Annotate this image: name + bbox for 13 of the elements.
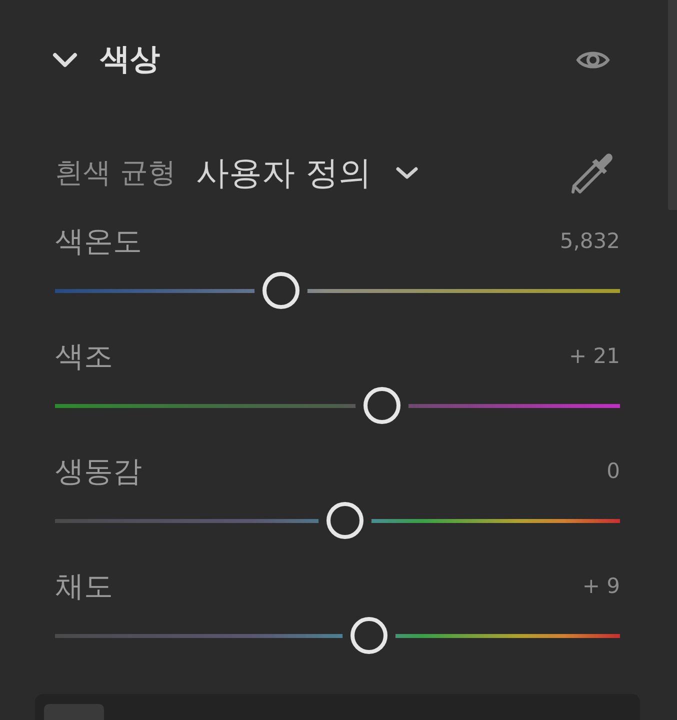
- caret-icon: [395, 166, 420, 180]
- slider-value: + 21: [569, 343, 620, 370]
- slider-value: 0: [606, 458, 620, 485]
- slider-label: 색조: [55, 338, 113, 374]
- collapse-chevron-icon[interactable]: [52, 52, 78, 68]
- balance-preset-dropdown[interactable]: 사용자 정의: [196, 152, 420, 194]
- slider-label: 생동감: [55, 453, 142, 489]
- slider-label: 채도: [55, 568, 113, 604]
- slider-value: 5,832: [560, 228, 620, 255]
- slider-value: + 9: [582, 573, 620, 600]
- panel-title: 색상: [100, 41, 160, 79]
- slider-label: 색온도: [55, 223, 142, 259]
- balance-label: 흰색 균형: [55, 155, 176, 191]
